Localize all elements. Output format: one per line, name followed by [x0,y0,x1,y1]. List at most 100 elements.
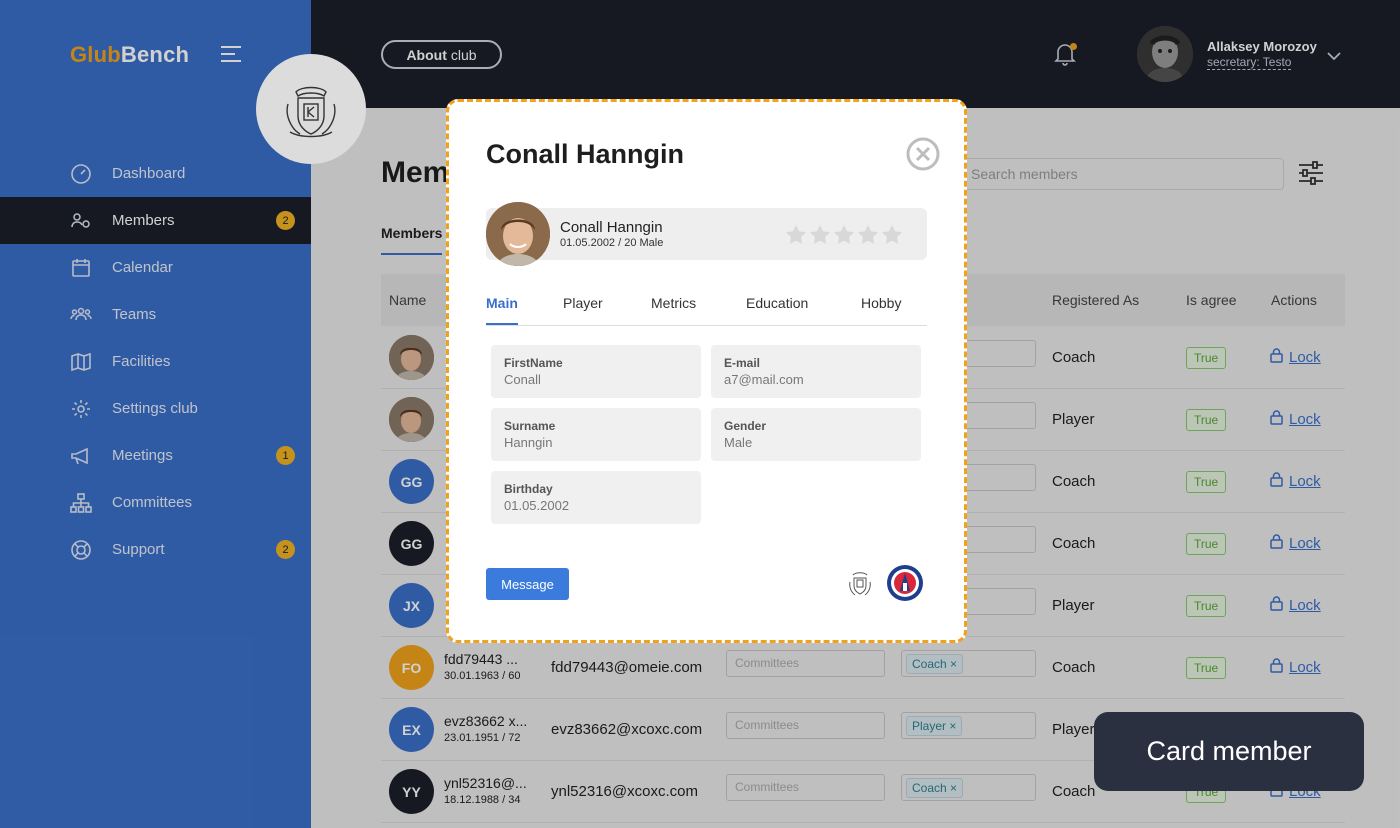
avatar[interactable]: YY [389,769,434,814]
role-chip[interactable]: Coach × [906,654,964,674]
club-emblem-logo[interactable] [256,54,366,164]
avatar[interactable]: FO [389,645,434,690]
registered-as: Coach [1052,473,1096,490]
about-club-button[interactable]: About club [381,40,502,69]
notification-dot [1070,43,1077,50]
column-header-name[interactable]: Name [389,292,426,308]
birthday-field[interactable]: Birthday 01.05.2002 [491,471,701,524]
agree-badge: True [1186,347,1227,369]
rating-stars[interactable] [786,225,902,244]
role-select[interactable]: Coach × [901,774,1036,801]
avatar[interactable] [389,335,434,380]
chevron-down-icon[interactable] [1327,48,1341,66]
committees-input[interactable]: Committees [726,712,885,739]
hamburger-menu-icon[interactable] [221,46,241,64]
members-gear-icon [70,210,92,232]
member-name[interactable]: fdd79443 ... [444,651,518,667]
tab-members[interactable]: Members [381,225,443,255]
member-email: evz83662@xcoxc.com [551,721,703,738]
registered-as: Coach [1052,349,1096,366]
gear-icon [70,398,92,420]
user-name: Allaksey Morozoy [1207,39,1317,54]
registered-as: Coach [1052,659,1096,676]
sidebar-item-support[interactable]: Support 2 [0,526,311,573]
role-select[interactable]: Player × [901,712,1036,739]
top-bar: About club Allaksey Morozoy secretary: Te… [311,0,1400,108]
avatar[interactable] [1137,26,1193,82]
star-icon[interactable] [810,225,830,244]
tab-hobby[interactable]: Hobby [861,295,901,311]
member-name[interactable]: evz83662 x... [444,713,527,729]
sidebar-item-label: Meetings [112,447,173,464]
lock-link[interactable]: Lock [1270,410,1321,429]
member-name: Conall Hanngin [560,219,663,236]
lock-link[interactable]: Lock [1270,348,1321,367]
lock-icon [1270,596,1283,615]
megaphone-icon [70,445,92,467]
sidebar-nav: Dashboard Members 2 Calendar Teams Facil… [0,150,311,573]
user-role-link[interactable]: secretary: Testo [1207,55,1292,70]
sidebar-item-meetings[interactable]: Meetings 1 [0,432,311,479]
club-emblem-small [845,568,875,603]
surname-field[interactable]: Surname Hanngin [491,408,701,461]
sidebar-item-members[interactable]: Members 2 [0,197,311,244]
column-header-agree[interactable]: Is agree [1186,292,1237,308]
column-header-registered[interactable]: Registered As [1052,292,1139,308]
sidebar-item-label: Settings club [112,400,198,417]
member-birth-age-gender: 01.05.2002 / 20 Male [560,237,664,249]
star-icon[interactable] [786,225,806,244]
table-row[interactable]: FO fdd79443 ... 30.01.1963 / 60 fdd79443@om… [381,637,1345,699]
star-icon[interactable] [882,225,902,244]
gender-field[interactable]: Gender Male [711,408,921,461]
lock-link[interactable]: Lock [1270,658,1321,677]
lock-link[interactable]: Lock [1270,534,1321,553]
avatar[interactable]: GG [389,521,434,566]
avatar[interactable]: GG [389,459,434,504]
sidebar-item-teams[interactable]: Teams [0,291,311,338]
sidebar-item-committees[interactable]: Committees [0,479,311,526]
sidebar-item-calendar[interactable]: Calendar [0,244,311,291]
hierarchy-icon [70,492,92,514]
star-icon[interactable] [858,225,878,244]
message-button[interactable]: Message [486,568,569,600]
member-email: fdd79443@omeie.com [551,659,703,676]
firstname-field[interactable]: FirstName Conall [491,345,701,398]
page-title: Mem [381,156,450,189]
committees-input[interactable]: Committees [726,774,885,801]
registered-as: Player [1052,411,1095,428]
star-icon[interactable] [834,225,854,244]
avatar[interactable]: EX [389,707,434,752]
lock-link[interactable]: Lock [1270,472,1321,491]
sidebar-item-facilities[interactable]: Facilities [0,338,311,385]
search-input[interactable]: Search members [960,158,1284,190]
agree-badge: True [1186,409,1227,431]
avatar [486,202,550,266]
card-member-callout: Card member [1094,712,1364,791]
email-field[interactable]: E-mail a7@mail.com [711,345,921,398]
filter-sliders-icon[interactable] [1297,160,1325,191]
meetings-badge: 1 [276,446,295,465]
lock-icon [1270,534,1283,553]
map-icon [70,351,92,373]
tab-main[interactable]: Main [486,295,518,325]
tab-player[interactable]: Player [563,295,603,311]
committees-input[interactable]: Committees [726,650,885,677]
lock-link[interactable]: Lock [1270,596,1321,615]
sidebar-item-settings-club[interactable]: Settings club [0,385,311,432]
sidebar-item-dashboard[interactable]: Dashboard [0,150,311,197]
role-chip[interactable]: Coach × [906,778,964,798]
role-select[interactable]: Coach × [901,650,1036,677]
avatar[interactable] [389,397,434,442]
tab-education[interactable]: Education [746,295,808,311]
calendar-icon [70,257,92,279]
teams-icon [70,304,92,326]
modal-tabs: Main Player Metrics Education Hobby [486,280,927,326]
member-birth-age: 18.12.1988 / 34 [444,794,521,806]
member-name[interactable]: ynl52316@... [444,775,527,791]
role-chip[interactable]: Player × [906,716,963,736]
avatar[interactable]: JX [389,583,434,628]
tab-metrics[interactable]: Metrics [651,295,696,311]
member-email: ynl52316@xcoxc.com [551,783,698,800]
close-icon[interactable] [906,137,940,176]
app-logo[interactable]: GlubBench [70,42,189,68]
